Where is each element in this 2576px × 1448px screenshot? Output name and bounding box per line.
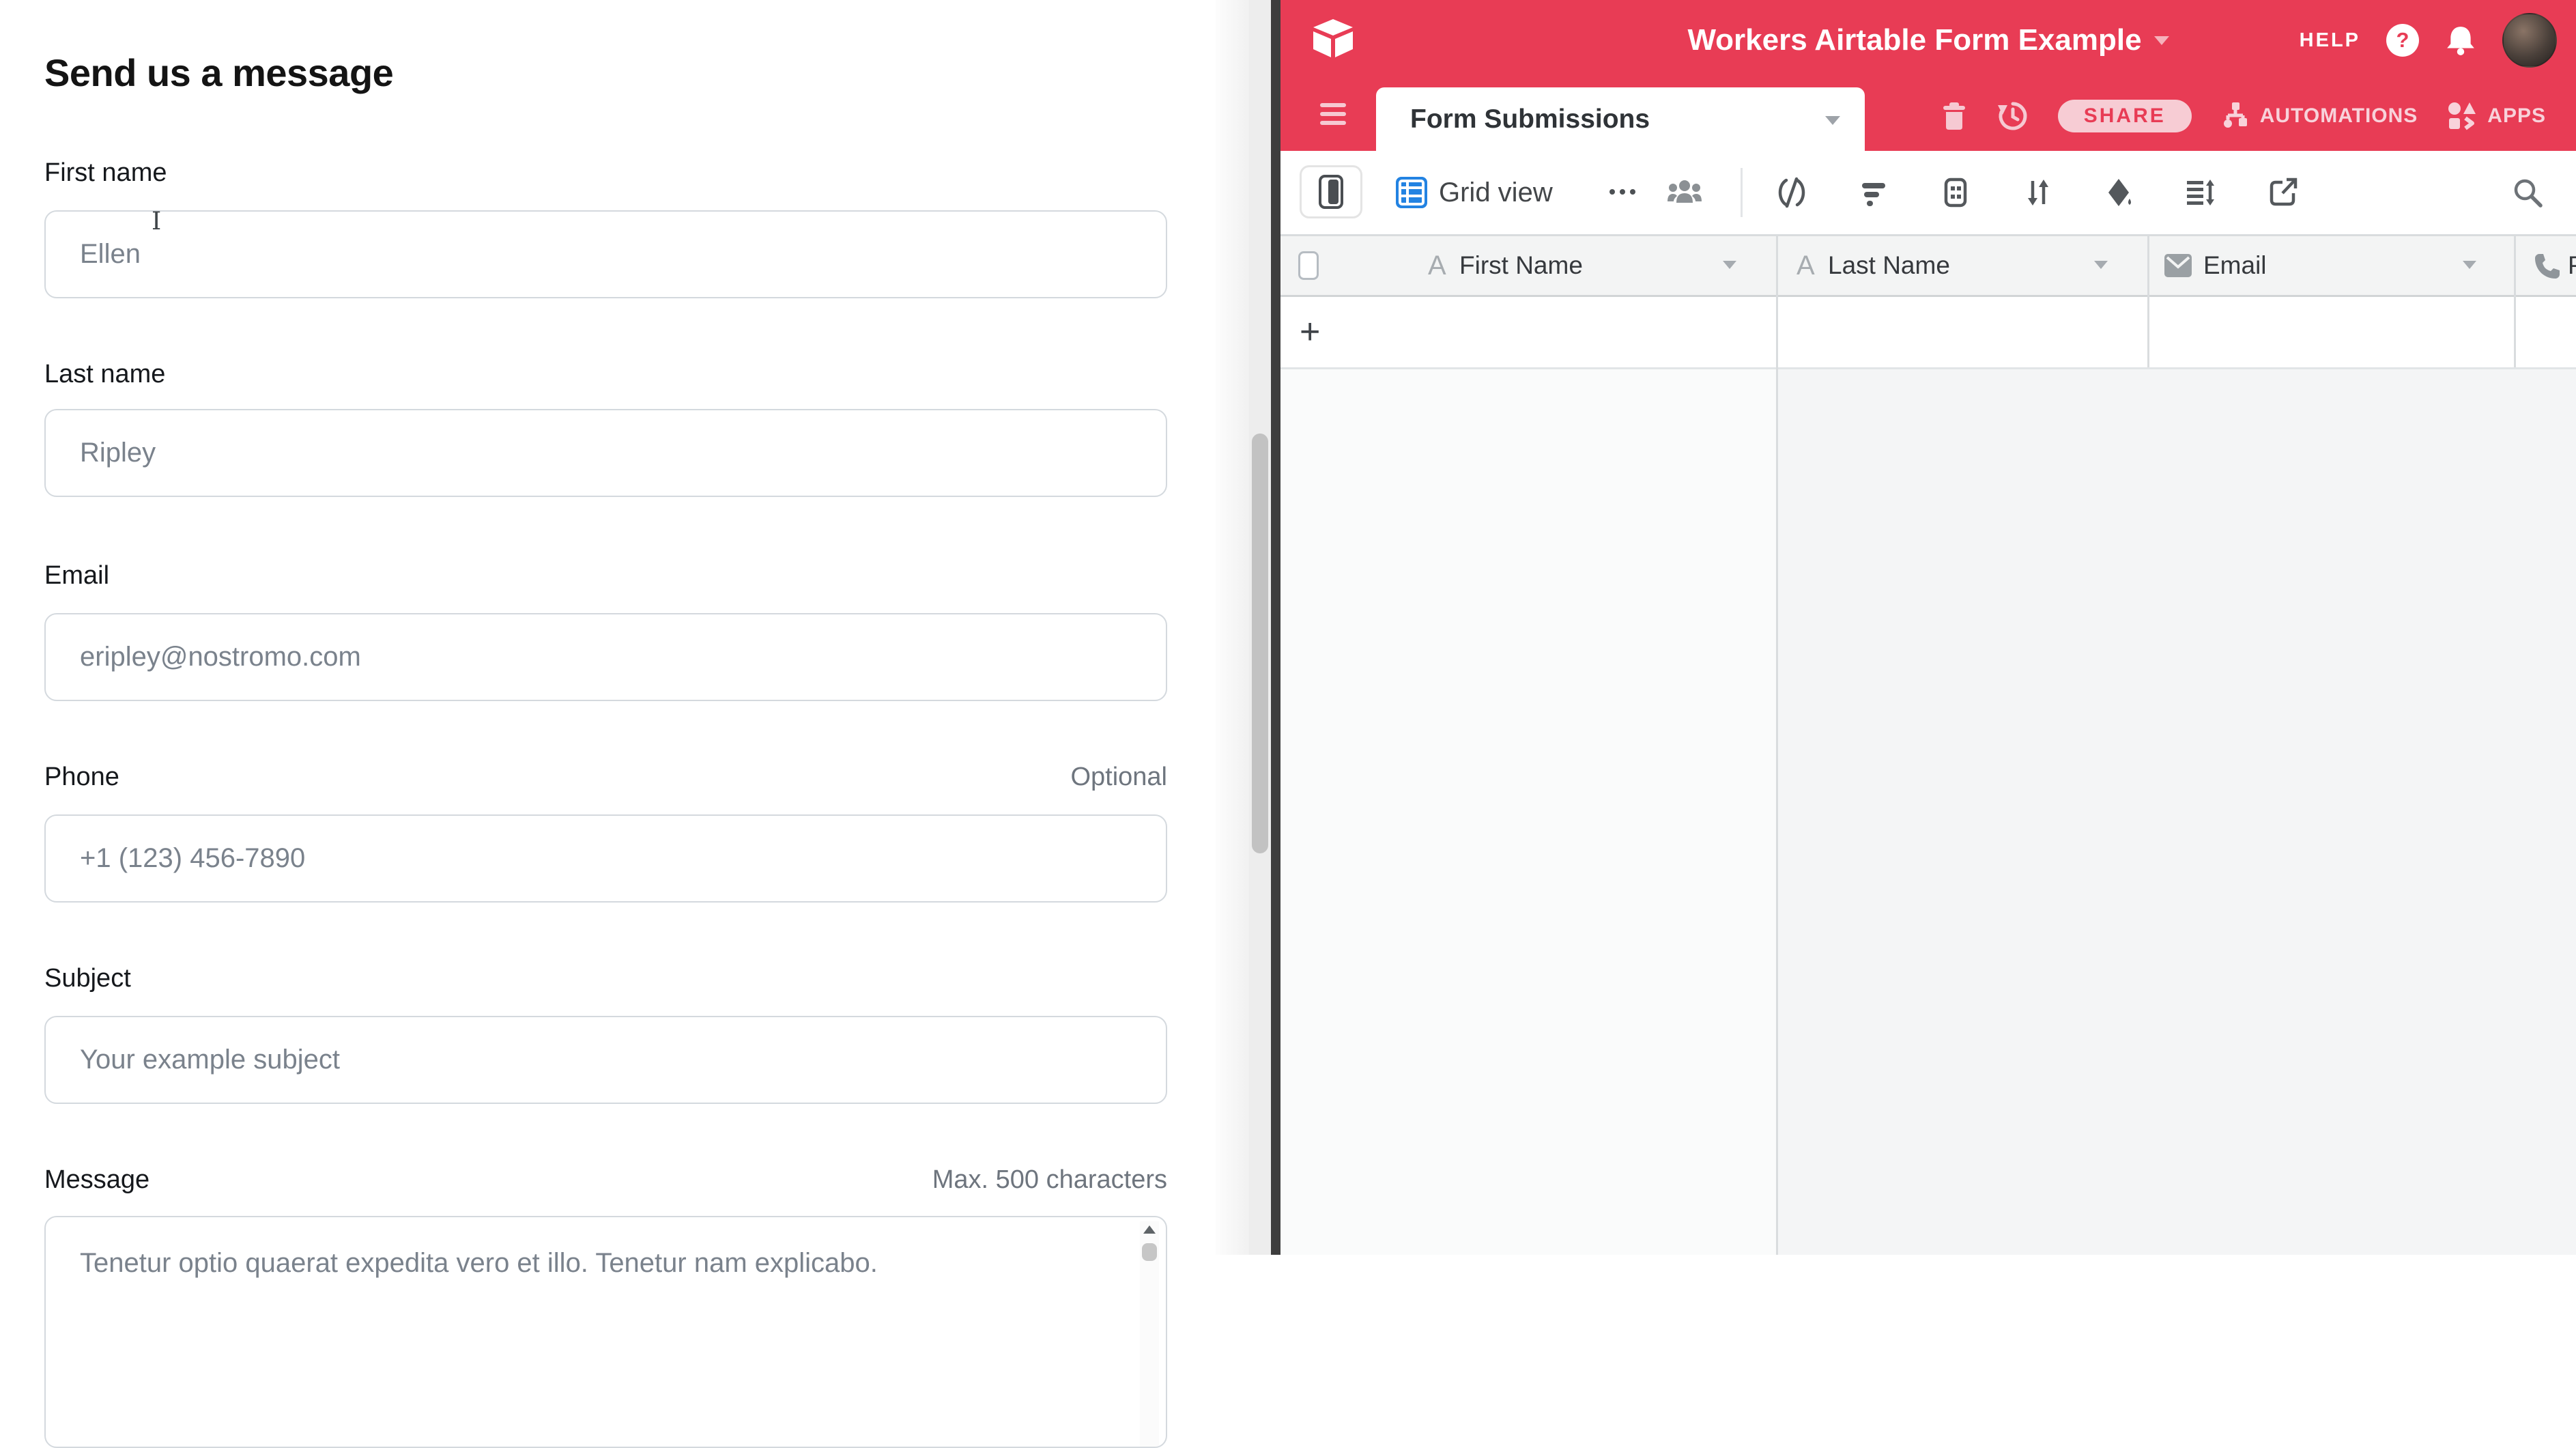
email-label: Email [44,561,109,591]
message-scrollbar-thumb[interactable] [1142,1243,1157,1261]
history-icon[interactable] [1997,100,2029,132]
base-title[interactable]: Workers Airtable Form Example [1687,23,2141,57]
select-all-checkbox[interactable] [1298,251,1319,280]
scroll-up-arrow-icon[interactable] [1143,1225,1156,1234]
share-label: SHARE [2084,104,2166,128]
grid-view-icon [1395,176,1428,209]
last-name-label-row: Last name [44,355,1167,389]
color-icon[interactable] [2104,177,2135,208]
page-title: Send us a message [44,51,393,95]
share-view-icon[interactable] [2267,177,2299,208]
last-name-placeholder: Ripley [80,438,156,468]
phone-input[interactable]: +1 (123) 456-7890 [44,814,1167,903]
toolbar-divider [1741,168,1743,217]
phone-optional-note: Optional [1070,763,1167,792]
column-first-name[interactable]: First Name [1459,236,1583,295]
view-name[interactable]: Grid view [1439,151,1553,234]
last-name-input[interactable]: Ripley [44,409,1167,497]
add-record-row[interactable]: + [1280,297,2576,369]
column-caret-icon[interactable] [2463,261,2476,269]
subject-input[interactable]: Your example subject [44,1016,1167,1104]
column-last-name[interactable]: Last Name [1828,236,1950,295]
help-question-icon[interactable]: ? [2386,24,2419,57]
filter-icon[interactable] [1858,177,1889,208]
text-cursor-icon: I [152,208,161,236]
automations-label: AUTOMATIONS [2260,104,2418,128]
message-text: Tenetur optio quaerat expedita vero et i… [80,1244,1104,1282]
first-name-label-row: First name [44,154,1167,188]
message-textarea[interactable]: Tenetur optio quaerat expedita vero et i… [44,1216,1167,1448]
subject-label: Subject [44,964,131,993]
grid-column-headers: A First Name A Last Name Email Phone [1280,234,2576,297]
hamburger-menu-icon[interactable] [1320,103,1346,130]
email-input[interactable]: eripley@nostromo.com [44,613,1167,701]
column-caret-icon[interactable] [2094,261,2108,269]
search-icon[interactable] [2512,177,2543,208]
group-icon[interactable] [1940,177,1971,208]
view-more-options-icon[interactable] [1609,189,1635,195]
page-scrollbar-thumb[interactable] [1252,434,1268,853]
grid-empty-area [1280,369,2576,1255]
add-record-plus-icon[interactable]: + [1300,297,1320,367]
sidebar-panel-icon [1319,175,1343,209]
user-avatar[interactable] [2502,13,2557,68]
tab-label: Form Submissions [1410,87,1650,151]
subject-placeholder: Your example subject [80,1045,340,1075]
notifications-bell-icon[interactable] [2445,25,2476,56]
page-gutter [1216,0,1249,1255]
column-phone[interactable]: Phone [2568,236,2576,295]
message-scrollbar[interactable] [1140,1221,1159,1447]
email-field-type-icon [2164,253,2192,279]
sort-icon[interactable] [2022,177,2054,208]
apps-icon [2446,100,2478,132]
window-divider [1271,0,1280,1255]
automations-icon [2220,101,2250,131]
toggle-views-sidebar-button[interactable] [1300,165,1362,218]
last-name-label: Last name [44,360,165,389]
text-field-type-icon: A [1428,236,1446,295]
airtable-window: Workers Airtable Form Example HELP ? For… [1280,0,2576,1255]
email-placeholder: eripley@nostromo.com [80,642,361,672]
subject-label-row: Subject [44,959,1167,993]
email-label-row: Email [44,556,1167,591]
airtable-table-bar: Form Submissions SHARE [1280,81,2576,151]
row-height-icon[interactable] [2184,177,2216,208]
column-email[interactable]: Email [2203,236,2267,295]
view-toolbar: Grid view [1280,151,2576,234]
text-field-type-icon: A [1797,236,1815,295]
contact-form-page: Send us a message First name Ellen I Las… [0,0,1216,1255]
help-button[interactable]: HELP [2300,29,2360,52]
base-title-caret-icon[interactable] [2154,36,2169,45]
first-name-placeholder: Ellen [80,239,141,270]
first-name-label: First name [44,158,167,188]
tab-form-submissions[interactable]: Form Submissions [1376,87,1865,151]
apps-button[interactable]: APPS [2446,100,2546,132]
phone-label-row: Phone Optional [44,758,1167,792]
column-caret-icon[interactable] [1723,261,1736,269]
message-label-row: Message Max. 500 characters [44,1161,1167,1195]
message-label: Message [44,1165,149,1195]
grid-empty-primary-section [1280,369,1776,1255]
phone-field-type-icon [2532,251,2562,281]
share-button[interactable]: SHARE [2058,100,2192,132]
message-maxchars-note: Max. 500 characters [932,1165,1167,1195]
column-divider[interactable] [2514,236,2516,367]
airtable-top-bar: Workers Airtable Form Example HELP ? [1280,0,2576,81]
apps-label: APPS [2487,104,2546,128]
phone-placeholder: +1 (123) 456-7890 [80,843,305,874]
tab-caret-icon[interactable] [1825,116,1840,125]
collaborators-icon[interactable] [1667,177,1702,210]
column-divider[interactable] [2147,236,2149,367]
phone-label: Phone [44,763,119,792]
automations-button[interactable]: AUTOMATIONS [2220,101,2418,131]
hide-fields-icon[interactable] [1776,177,1807,208]
first-name-input[interactable]: Ellen [44,210,1167,298]
trash-icon[interactable] [1941,101,1968,131]
column-divider[interactable] [1776,236,1778,1255]
